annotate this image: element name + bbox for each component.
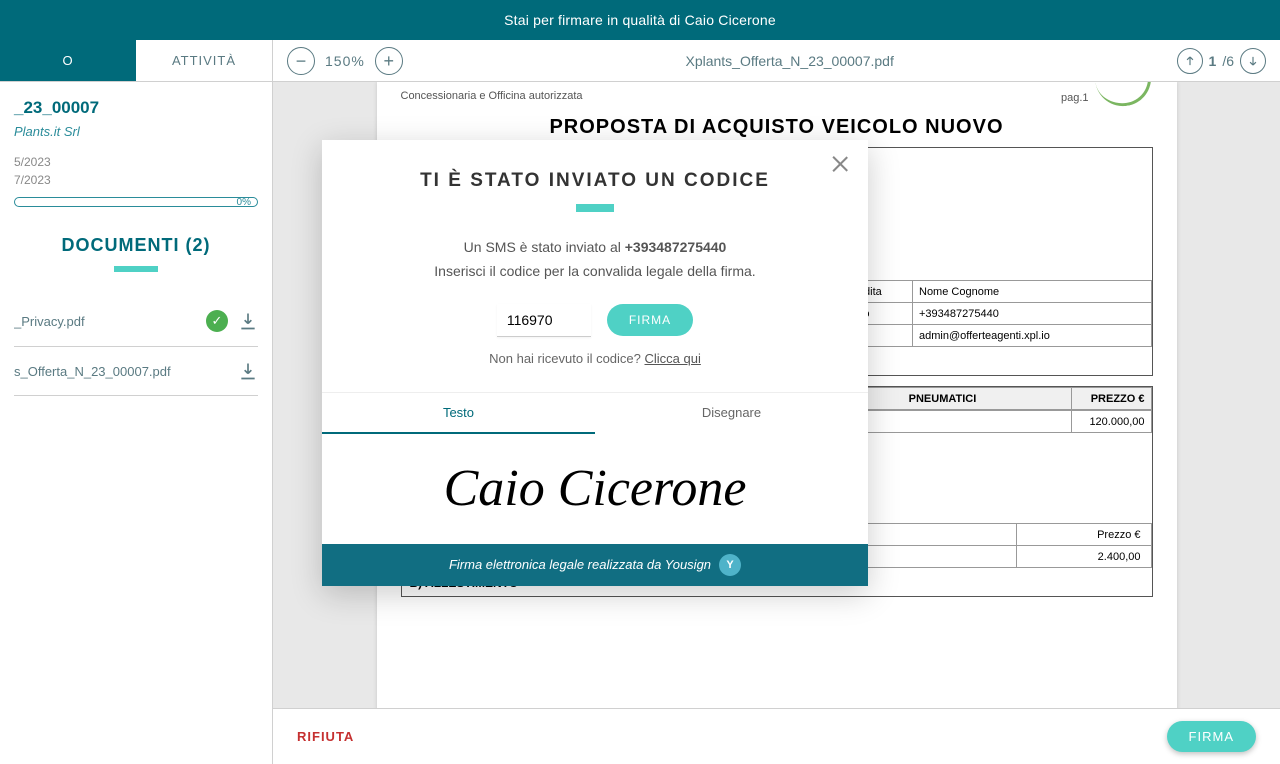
page-current: 1 — [1209, 53, 1217, 69]
reject-button[interactable]: RIFIUTA — [297, 729, 354, 744]
action-bar: RIFIUTA FIRMA — [273, 708, 1280, 764]
signature-tabs: Testo Disegnare — [322, 392, 868, 434]
document-title: Xplants_Offerta_N_23_00007.pdf — [685, 53, 893, 69]
yousign-badge-icon: Y — [719, 554, 741, 576]
modal-sms-text: Un SMS è stato inviato al +393487275440 — [358, 236, 832, 260]
resend-line: Non hai ricevuto il codice? Clicca qui — [358, 351, 832, 366]
sidebar: O ATTIVITÀ _23_00007 Plants.it Srl 5/202… — [0, 40, 273, 764]
zoom-in-button[interactable]: + — [375, 47, 403, 75]
logo-swoosh-icon — [1095, 82, 1154, 110]
resend-link[interactable]: Clicca qui — [645, 351, 701, 366]
progress-pct: 0% — [237, 197, 251, 208]
page-up-button[interactable] — [1177, 48, 1203, 74]
date-expire: 7/2023 — [14, 171, 258, 189]
date-created: 5/2023 — [14, 153, 258, 171]
document-name: _Privacy.pdf — [14, 314, 85, 329]
signature-tab-text[interactable]: Testo — [322, 393, 595, 434]
modal-sign-button[interactable]: FIRMA — [607, 304, 693, 336]
otp-code-input[interactable] — [497, 304, 591, 337]
signature-tab-draw[interactable]: Disegnare — [595, 393, 868, 434]
signature-preview: Caio Cicerone — [322, 434, 868, 544]
documents-header-underline — [114, 266, 158, 272]
tab-info[interactable]: O — [0, 40, 136, 82]
download-icon[interactable] — [238, 311, 258, 331]
document-row[interactable]: s_Offerta_N_23_00007.pdf — [14, 347, 258, 396]
otp-modal: TI È STATO INVIATO UN CODICE Un SMS è st… — [322, 140, 868, 586]
close-icon[interactable] — [830, 154, 850, 174]
sign-button[interactable]: FIRMA — [1167, 721, 1256, 752]
zoom-out-button[interactable]: − — [287, 47, 315, 75]
doc-reference: _23_00007 — [14, 98, 258, 118]
modal-footer: Firma elettronica legale realizzata da Y… — [322, 544, 868, 586]
modal-instruction: Inserisci il codice per la convalida leg… — [358, 260, 832, 284]
company-name: Plants.it Srl — [14, 124, 258, 139]
page-down-button[interactable] — [1240, 48, 1266, 74]
pager: 1 /6 — [1177, 48, 1266, 74]
document-name: s_Offerta_N_23_00007.pdf — [14, 364, 171, 379]
tab-activity[interactable]: ATTIVITÀ — [136, 40, 272, 82]
modal-title: TI È STATO INVIATO UN CODICE — [358, 170, 832, 192]
viewer-toolbar: − 150% + Xplants_Offerta_N_23_00007.pdf … — [273, 40, 1280, 82]
download-icon[interactable] — [238, 361, 258, 381]
zoom-value: 150% — [325, 53, 365, 69]
document-row[interactable]: _Privacy.pdf ✓ — [14, 296, 258, 347]
progress-bar: 0% — [14, 197, 258, 207]
check-icon: ✓ — [206, 310, 228, 332]
documents-header: DOCUMENTI (2) — [14, 235, 258, 256]
pdf-subheader: Concessionaria e Officina autorizzata — [401, 90, 583, 102]
pdf-title: PROPOSTA DI ACQUISTO VEICOLO NUOVO — [401, 116, 1153, 139]
signing-banner: Stai per firmare in qualità di Caio Cice… — [0, 0, 1280, 40]
page-total: /6 — [1222, 53, 1234, 69]
dates: 5/2023 7/2023 — [14, 153, 258, 189]
pdf-pagination-label: pag.1 — [1061, 92, 1089, 104]
modal-title-underline — [576, 204, 614, 212]
banner-text: Stai per firmare in qualità di Caio Cice… — [504, 12, 776, 28]
modal-phone-number: +393487275440 — [625, 239, 727, 255]
sidebar-tabs: O ATTIVITÀ — [0, 40, 272, 82]
